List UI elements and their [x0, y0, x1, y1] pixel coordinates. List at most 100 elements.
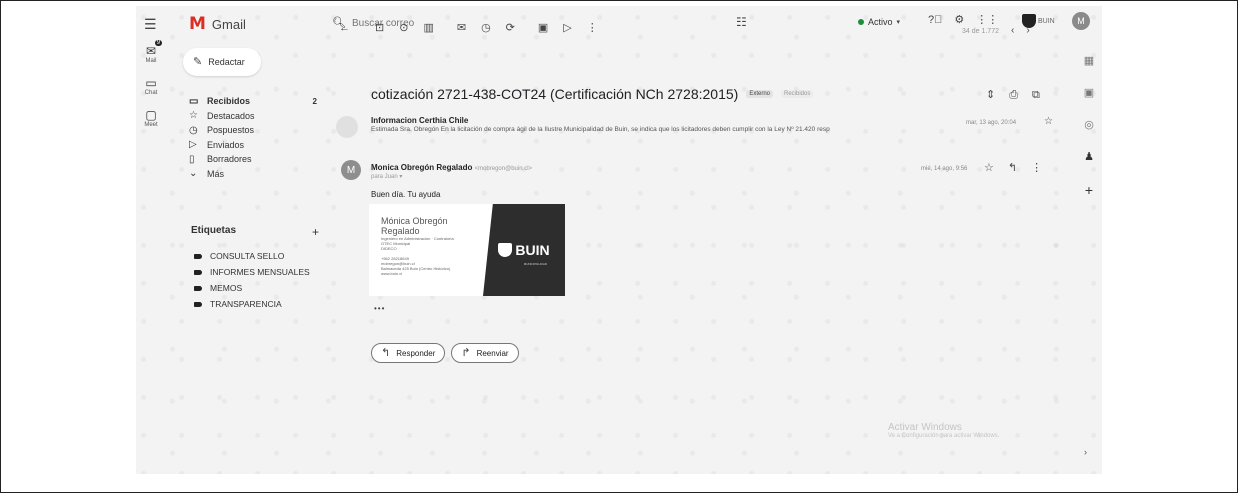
- calendar-icon[interactable]: ▦: [1084, 54, 1094, 67]
- watermark-title: Activar Windows: [888, 422, 962, 433]
- labels-title: Etiquetas: [191, 225, 237, 236]
- compose-label: Redactar: [208, 57, 245, 67]
- label-name: INFORMES MENSUALES: [210, 267, 310, 277]
- settings-gear-icon[interactable]: ⚙: [954, 15, 964, 26]
- label-item[interactable]: MEMOS: [191, 280, 331, 296]
- search-options-icon[interactable]: ☷: [736, 16, 747, 28]
- back-arrow-icon[interactable]: ←: [339, 23, 350, 34]
- thread-subject-row: cotización 2721-438-COT24 (Certificación…: [371, 86, 814, 102]
- sender-name: Monica Obregón Regalado: [371, 163, 473, 172]
- snooze-icon[interactable]: ◷: [481, 23, 491, 34]
- hamburger-menu-icon[interactable]: ☰: [144, 17, 157, 31]
- reply-button[interactable]: ↰ Responder: [371, 343, 446, 363]
- clock-icon: ◷: [189, 124, 198, 136]
- pager-count: 34 de 1.772: [962, 27, 999, 35]
- inbox-chip[interactable]: Recibidos: [781, 90, 814, 98]
- sidebar-item-label: Borradores: [207, 154, 252, 165]
- label-item[interactable]: INFORMES MENSUALES: [191, 264, 331, 280]
- star-icon[interactable]: ☆: [1044, 117, 1053, 127]
- message-toolbar: ← ⊡ ⊙ ▥ ✉ ◷ ⟳ ▣ ▷ ⋮: [339, 23, 598, 34]
- tasks-icon[interactable]: ◎: [1084, 118, 1094, 131]
- message-snippet: Estimada Sra. Obregón En la licitación d…: [371, 126, 830, 133]
- gmail-window: ☰ M Gmail 🔍︎ ☷ Activo ▾ ?⃝ ⚙ ⋮⋮ BUIN M ✉…: [136, 6, 1102, 474]
- message-date: mié, 14 ago, 9:56: [921, 166, 968, 172]
- signature-name: Mónica Obregón Regalado: [381, 216, 448, 236]
- move-to-icon[interactable]: ▣: [538, 23, 548, 34]
- keep-icon[interactable]: ▣: [1084, 86, 1094, 99]
- signature-line: www.buin.cl: [381, 271, 403, 276]
- chevron-right-icon[interactable]: ›: [1026, 26, 1029, 36]
- reply-label: Responder: [396, 348, 436, 358]
- show-trimmed-content-icon[interactable]: •••: [374, 304, 385, 313]
- archive-icon[interactable]: ⊡: [375, 23, 384, 34]
- recipient-line[interactable]: para Juan ▾: [371, 173, 402, 180]
- gmail-m-icon: M: [189, 14, 206, 34]
- send-icon: ▷: [189, 139, 197, 151]
- sidebar-item-label: Destacados: [207, 110, 255, 121]
- labels-list: CONSULTA SELLO INFORMES MENSUALES MEMOS …: [191, 248, 331, 312]
- star-icon[interactable]: ☆: [984, 163, 994, 174]
- rail-label: Meet: [144, 122, 158, 128]
- print-icon[interactable]: ⎙: [1009, 90, 1018, 101]
- gmail-logo[interactable]: M Gmail: [189, 14, 246, 34]
- signature-image: Mónica Obregón Regalado Ingeniero en Adm…: [369, 204, 565, 296]
- unread-count: 2: [312, 96, 317, 106]
- sidebar-item-label: Pospuestos: [207, 125, 255, 136]
- more-vert-icon[interactable]: ⋮: [587, 23, 598, 34]
- sidebar-item-more[interactable]: ⌄ Más: [183, 167, 323, 182]
- unread-badge: 9: [154, 40, 163, 46]
- rail-label: Mail: [145, 58, 157, 64]
- add-task-icon[interactable]: ⟳: [506, 23, 515, 34]
- label-name: TRANSPARENCIA: [210, 299, 282, 309]
- external-chip: Externo: [746, 90, 773, 98]
- label-item[interactable]: CONSULTA SELLO: [191, 248, 331, 264]
- label-tag-icon: [194, 269, 202, 275]
- mark-unread-icon[interactable]: ✉: [457, 23, 466, 34]
- label-icon[interactable]: ▷: [563, 23, 571, 34]
- chevron-right-icon[interactable]: ›: [1084, 448, 1087, 457]
- sidebar-item-sent[interactable]: ▷ Enviados: [183, 138, 323, 153]
- expand-all-icon[interactable]: ⇕: [986, 90, 995, 101]
- rail-item-meet[interactable]: ▢ Meet: [136, 108, 166, 128]
- video-icon: ▢: [145, 108, 157, 122]
- status-selector[interactable]: Activo ▾: [858, 17, 900, 27]
- add-addon-icon[interactable]: +: [1085, 182, 1093, 198]
- contacts-icon[interactable]: ♟: [1084, 150, 1094, 163]
- apps-grid-icon[interactable]: ⋮⋮: [976, 15, 998, 26]
- rail-item-mail[interactable]: ✉ 9 Mail: [136, 40, 166, 64]
- forward-button[interactable]: ↱ Reenviar: [451, 343, 519, 363]
- chat-icon: ▭: [145, 76, 157, 90]
- rail-item-chat[interactable]: ▭ Chat: [136, 76, 166, 96]
- screenshot-frame: ☰ M Gmail 🔍︎ ☷ Activo ▾ ?⃝ ⚙ ⋮⋮ BUIN M ✉…: [0, 0, 1238, 493]
- report-spam-icon[interactable]: ⊙: [399, 23, 408, 34]
- chevron-left-icon[interactable]: ‹: [1011, 26, 1014, 36]
- rail-label: Chat: [144, 90, 158, 96]
- reply-icon: ↰: [381, 346, 391, 359]
- app-rail: ✉ 9 Mail ▭ Chat ▢ Meet: [136, 40, 166, 140]
- pencil-icon: ✎: [193, 55, 203, 68]
- banner-subtitle: MUNICIPALIDAD: [523, 262, 547, 266]
- sidebar-item-inbox[interactable]: ▭ Recibidos 2: [183, 94, 323, 109]
- reply-icon[interactable]: ↰: [1008, 163, 1017, 174]
- sidebar-item-label: Recibidos: [207, 96, 251, 107]
- label-name: CONSULTA SELLO: [210, 251, 285, 261]
- account-avatar[interactable]: M: [1072, 12, 1090, 30]
- municipality-banner: BUIN MUNICIPALIDAD: [483, 204, 565, 296]
- sidebar-item-starred[interactable]: ☆ Destacados: [183, 109, 323, 124]
- avatar[interactable]: M: [341, 160, 361, 180]
- forward-label: Reenviar: [476, 348, 509, 358]
- help-icon[interactable]: ?⃝: [928, 15, 942, 26]
- sidebar-item-snoozed[interactable]: ◷ Pospuestos: [183, 123, 323, 138]
- chevron-down-icon: ⌄: [189, 168, 198, 180]
- more-vert-icon[interactable]: ⋮: [1031, 163, 1042, 174]
- label-item[interactable]: TRANSPARENCIA: [191, 296, 331, 312]
- sidebar-item-drafts[interactable]: ▯ Borradores: [183, 152, 323, 167]
- open-new-window-icon[interactable]: ⧉: [1032, 90, 1040, 101]
- sender-email: <mobregon@buin.cl>: [474, 166, 533, 172]
- delete-icon[interactable]: ▥: [423, 23, 433, 34]
- compose-button[interactable]: ✎ Redactar: [183, 48, 261, 76]
- add-label-icon[interactable]: +: [312, 225, 319, 239]
- chevron-down-icon: ▾: [896, 18, 901, 26]
- message-date: mar, 13 ago, 20:04: [966, 120, 1017, 126]
- forward-icon: ↱: [461, 346, 471, 359]
